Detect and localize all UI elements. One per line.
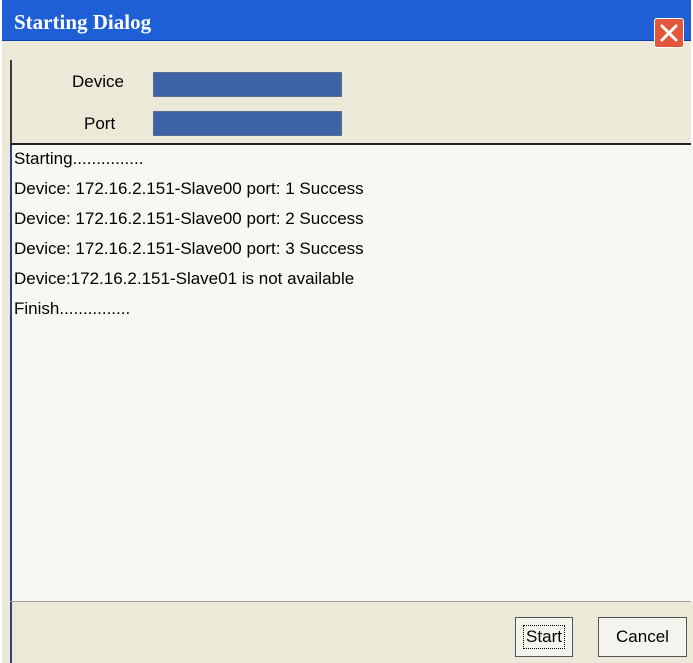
cancel-button[interactable]: Cancel	[598, 617, 687, 657]
title-bar: Starting Dialog	[2, 0, 691, 41]
log-line: Device: 172.16.2.151-Slave00 port: 3 Suc…	[14, 239, 364, 258]
log-line: Finish...............	[14, 299, 131, 318]
log-output[interactable]: Starting............... Device: 172.16.2…	[10, 145, 693, 601]
header-panel: Device Port	[10, 60, 689, 144]
device-progress-bar	[153, 72, 342, 97]
port-label: Port	[84, 114, 116, 133]
close-button[interactable]	[654, 18, 684, 48]
start-button[interactable]: Start	[515, 617, 573, 657]
device-label: Device	[72, 72, 124, 91]
window-title: Starting Dialog	[14, 10, 152, 34]
close-icon	[660, 24, 678, 42]
start-button-label: Start	[523, 625, 565, 649]
log-line: Device: 172.16.2.151-Slave00 port: 1 Suc…	[14, 179, 364, 198]
port-progress-bar	[153, 111, 342, 136]
cancel-button-label: Cancel	[616, 627, 669, 646]
log-line: Starting...............	[14, 149, 144, 168]
log-line: Device: 172.16.2.151-Slave00 port: 2 Suc…	[14, 209, 364, 228]
log-line: Device:172.16.2.151-Slave01 is not avail…	[14, 269, 355, 288]
button-bar	[10, 602, 693, 663]
